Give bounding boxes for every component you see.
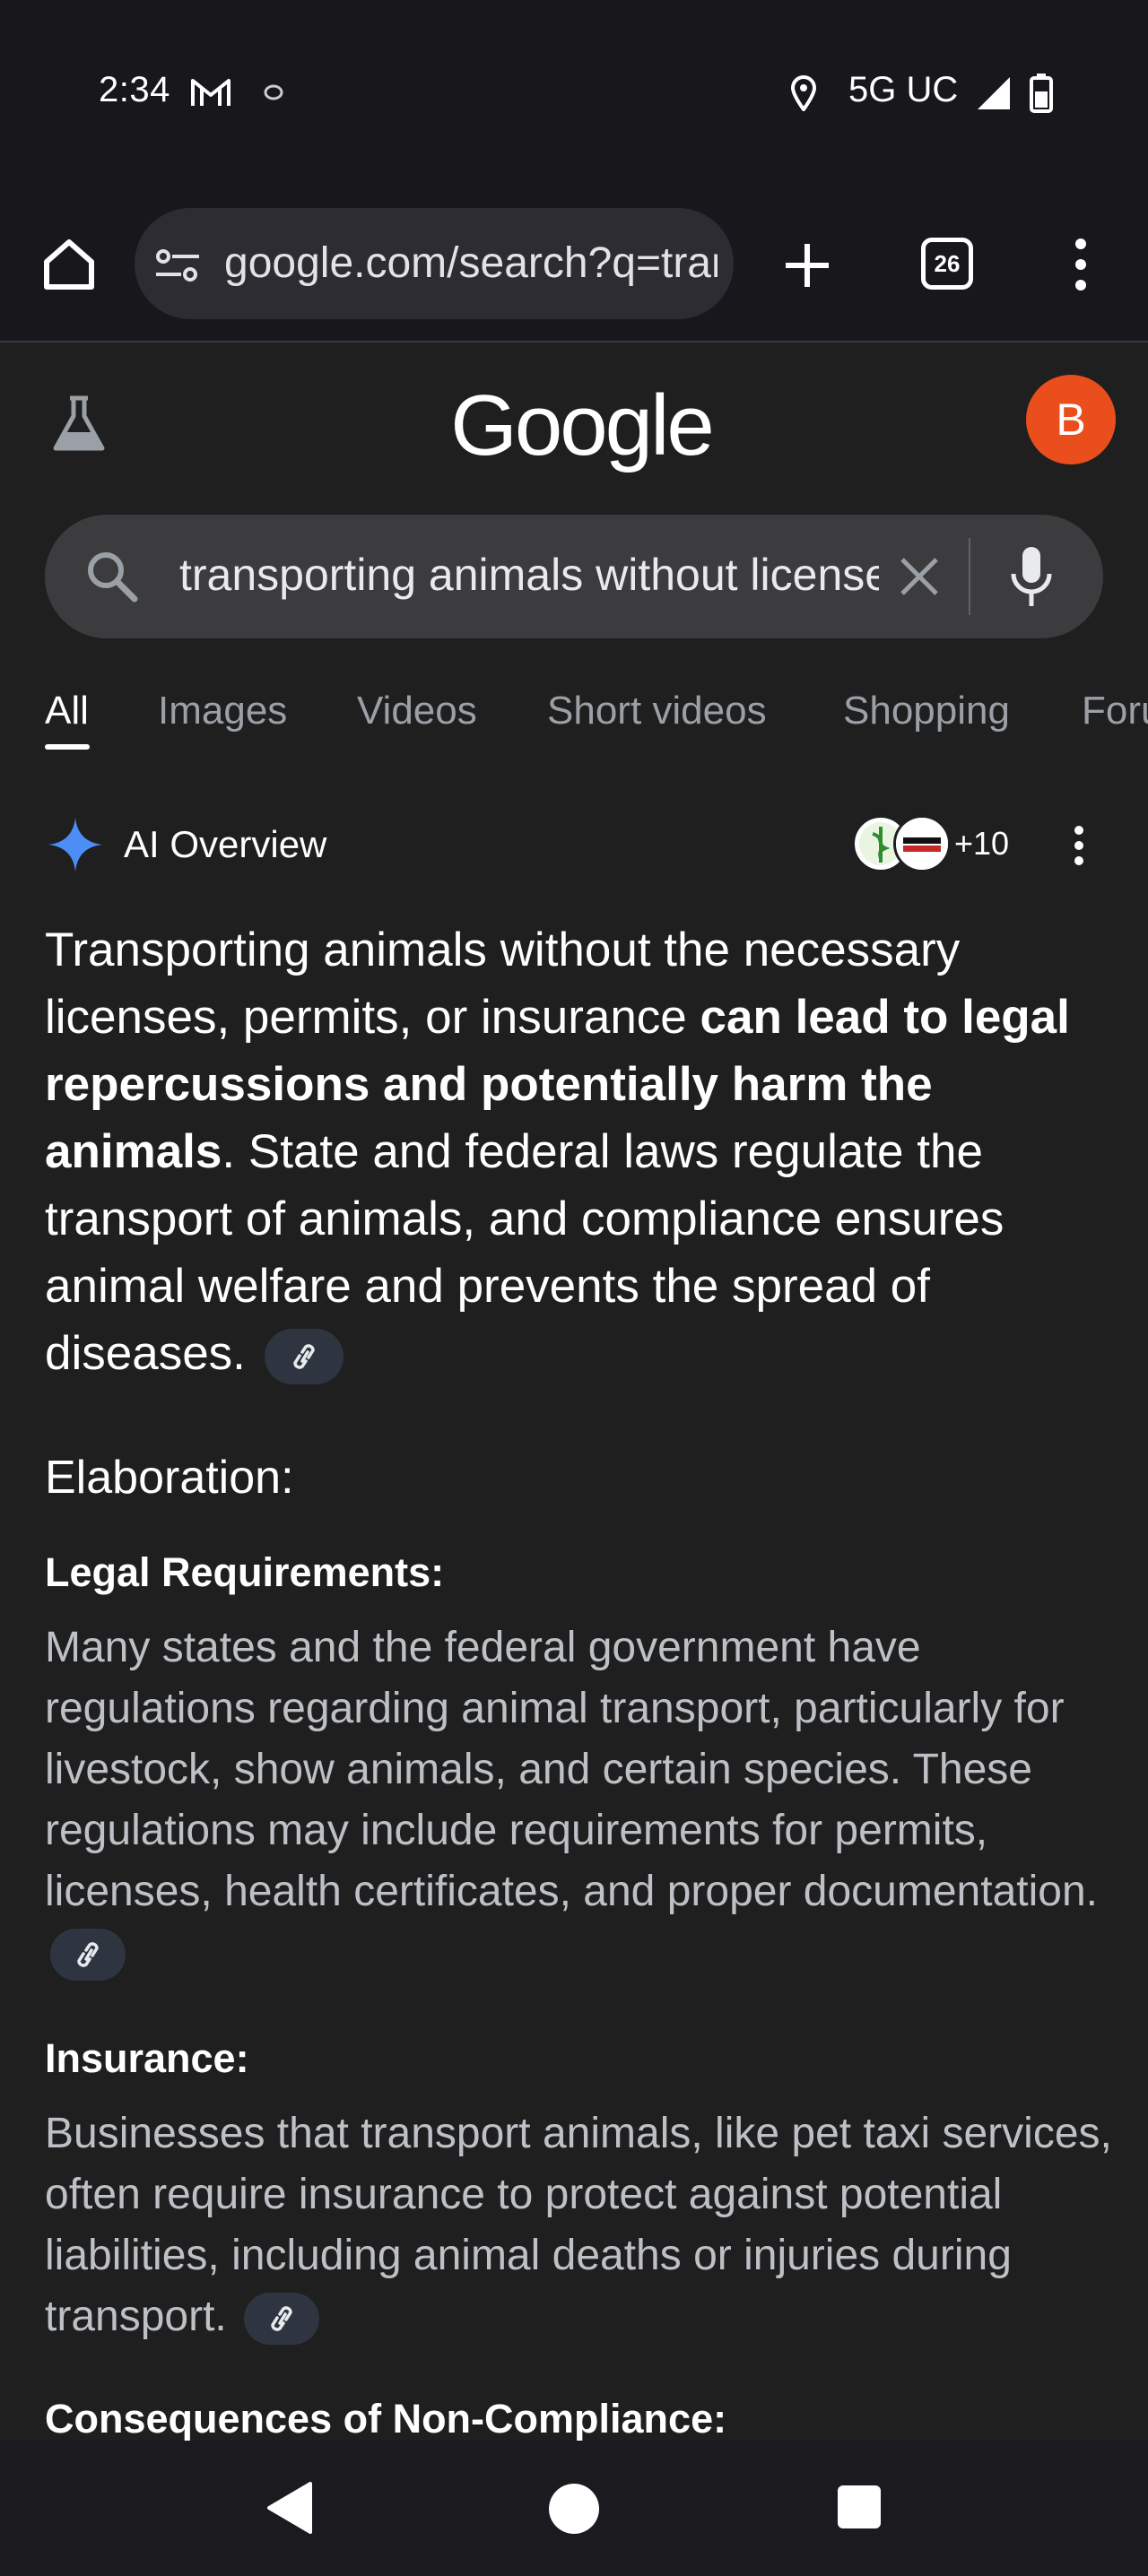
home-icon[interactable] [39,235,99,294]
search-input[interactable]: transporting animals without license [179,549,879,604]
search-divider [969,538,970,615]
source-avatars[interactable] [852,815,952,874]
new-tab-icon[interactable] [780,239,834,292]
source-link-chip[interactable] [50,1929,126,1982]
search-box[interactable]: transporting animals without license [45,515,1103,638]
android-nav-bar [0,2441,1148,2576]
source-avatar-flag-icon [893,815,951,872]
home-nav-icon[interactable] [549,2484,599,2534]
section-text-insurance-body: Businesses that transport animals, like … [45,2110,1112,2340]
network-label: 5G UC [848,70,959,109]
overflow-menu-icon[interactable] [1067,235,1094,294]
tab-shopping[interactable]: Shopping [843,689,1010,733]
section-text-legal: Many states and the federal government h… [45,1618,1112,1983]
labs-flask-icon[interactable] [50,393,108,455]
link-icon [271,2306,292,2332]
account-avatar[interactable]: B [1026,375,1116,464]
search-tabs: All Images Videos Short videos Shopping … [0,681,1148,753]
signal-icon [978,77,1010,109]
ai-overview-summary: Transporting animals without the necessa… [45,916,1103,1387]
status-time: 2:34 [99,70,170,109]
notification-dot-icon [264,84,283,100]
tab-all[interactable]: All [45,689,89,733]
tab-forums[interactable]: Forums [1082,689,1148,733]
section-text-insurance: Businesses that transport animals, like … [45,2103,1112,2347]
search-icon [88,552,138,603]
section-heading-insurance: Insurance: [45,2035,249,2081]
location-icon [790,75,817,111]
link-icon [292,1344,315,1369]
google-logo: Google [450,377,715,473]
link-icon [77,1942,99,1968]
clear-icon[interactable] [897,554,942,599]
url-bar[interactable]: google.com/search?q=transporting+animals… [135,208,734,319]
section-heading-legal: Legal Requirements: [45,1549,445,1595]
sources-more-count[interactable]: +10 [954,825,1009,863]
source-link-chip[interactable] [264,1329,344,1384]
tab-switcher-button[interactable]: 26 [921,238,973,290]
section-heading-consequences: Consequences of Non-Compliance: [45,2396,727,2441]
mic-icon[interactable] [1008,545,1055,610]
url-text[interactable]: google.com/search?q=transporting+animals… [224,239,718,289]
ai-sparkle-icon [48,818,102,872]
back-icon[interactable] [265,2480,312,2536]
battery-icon [1030,74,1053,113]
ai-overview-menu-icon[interactable] [1065,823,1092,868]
elaboration-heading: Elaboration: [45,1452,294,1504]
section-text-legal-body: Many states and the federal government h… [45,1624,1099,1915]
active-tab-indicator [45,744,90,750]
browser-toolbar: google.com/search?q=transporting+animals… [0,188,1148,343]
tab-short-videos[interactable]: Short videos [547,689,767,733]
tune-icon[interactable] [154,247,201,283]
status-bar: 2:34 5G UC [0,0,1148,188]
recents-icon[interactable] [838,2485,881,2528]
source-link-chip[interactable] [244,2293,320,2346]
tab-videos[interactable]: Videos [357,689,477,733]
ai-overview-title: AI Overview [124,823,327,865]
gmail-icon [191,79,230,106]
tab-images[interactable]: Images [158,689,287,733]
